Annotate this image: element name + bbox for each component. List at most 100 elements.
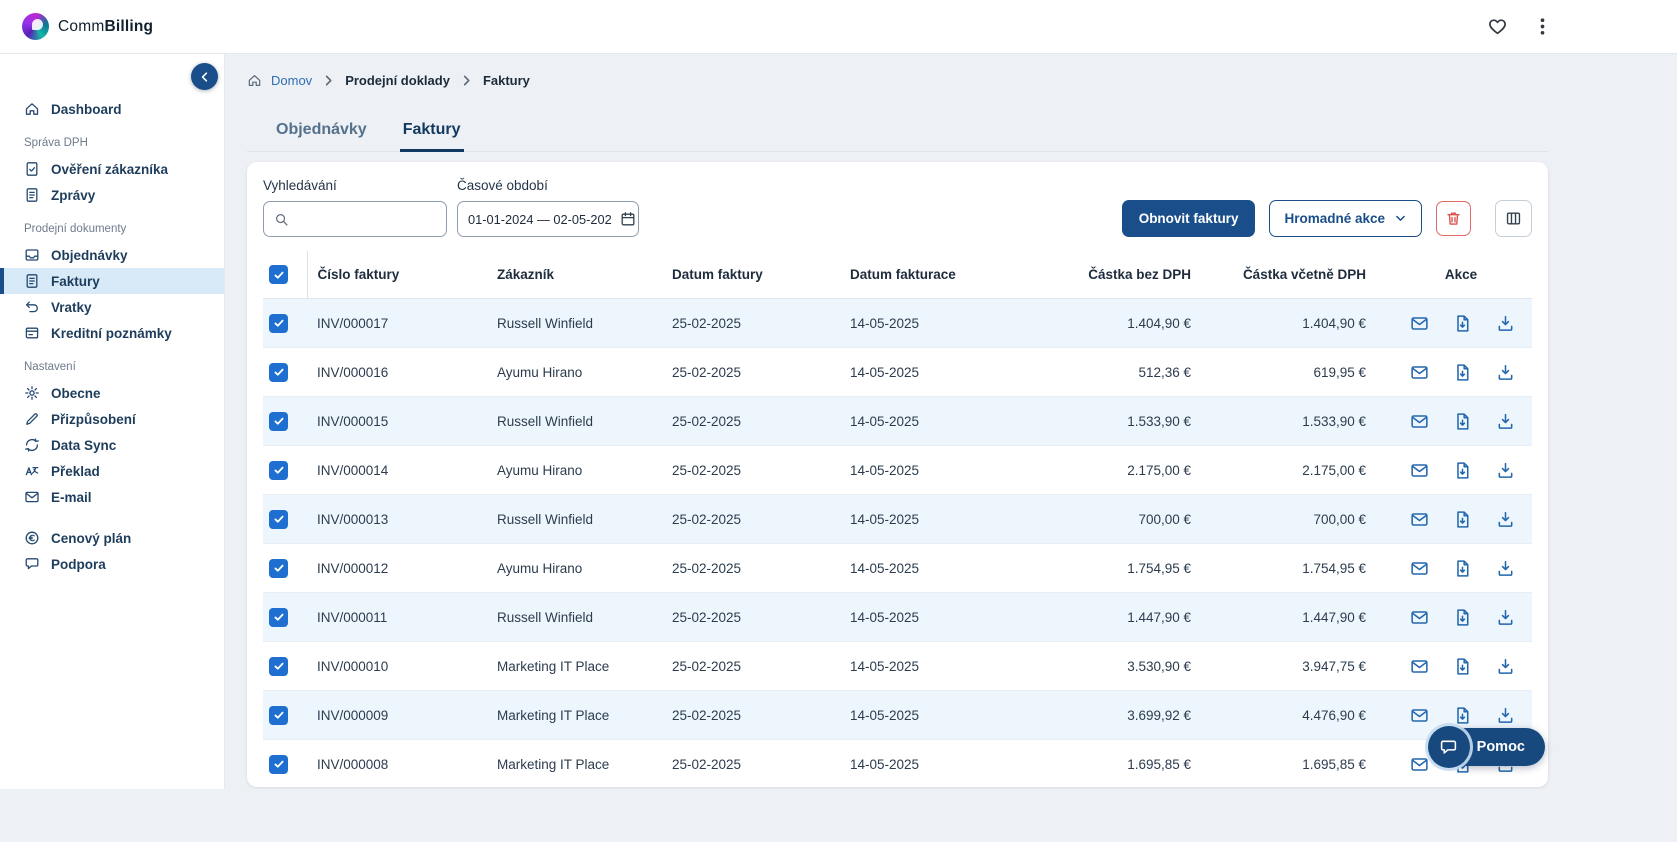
sidebar-item-customization[interactable]: Přizpůsobení — [0, 406, 224, 432]
breadcrumb-sales-documents[interactable]: Prodejní doklady — [345, 73, 450, 88]
kebab-menu-icon[interactable] — [1532, 16, 1553, 37]
sidebar-item-label: Překlad — [51, 464, 100, 479]
xml-download-icon[interactable] — [1496, 559, 1515, 578]
date-range-input[interactable]: 01-01-2024 — 02-05-202 — [457, 201, 639, 237]
sidebar-section-vat: Správa DPH — [24, 137, 224, 149]
table-row[interactable]: INV/000013 Russell Winfield 25-02-2025 1… — [263, 495, 1532, 544]
xml-download-icon[interactable] — [1496, 363, 1515, 382]
xml-download-icon[interactable] — [1496, 608, 1515, 627]
bulk-actions-button[interactable]: Hromadné akce — [1269, 200, 1422, 237]
sidebar-section-sales: Prodejní dokumenty — [24, 223, 224, 235]
table-row[interactable]: INV/000012 Ayumu Hirano 25-02-2025 14-05… — [263, 544, 1532, 593]
sidebar-item-label: Ověření zákazníka — [51, 162, 168, 177]
email-icon[interactable] — [1410, 608, 1429, 627]
row-checkbox[interactable] — [269, 608, 288, 627]
sidebar-item-invoices[interactable]: Faktury — [0, 268, 224, 294]
row-checkbox[interactable] — [269, 314, 288, 333]
table-row[interactable]: INV/000009 Marketing IT Place 25-02-2025… — [263, 691, 1532, 740]
xml-download-icon[interactable] — [1496, 461, 1515, 480]
email-icon[interactable] — [1410, 363, 1429, 382]
brand-logo-icon — [22, 13, 49, 40]
table-row[interactable]: INV/000014 Ayumu Hirano 25-02-2025 14-05… — [263, 446, 1532, 495]
sidebar-item-pricing-plan[interactable]: Cenový plán — [0, 525, 224, 551]
sidebar-item-data-sync[interactable]: Data Sync — [0, 432, 224, 458]
sidebar-item-orders[interactable]: Objednávky — [0, 242, 224, 268]
row-checkbox[interactable] — [269, 461, 288, 480]
table-row[interactable]: INV/000008 Marketing IT Place 25-02-2025… — [263, 740, 1532, 788]
email-icon[interactable] — [1410, 412, 1429, 431]
sidebar-item-customer-verification[interactable]: Ověření zákazníka — [0, 156, 224, 182]
table-row[interactable]: INV/000017 Russell Winfield 25-02-2025 1… — [263, 299, 1532, 348]
email-icon[interactable] — [1410, 657, 1429, 676]
brand[interactable]: CommBilling — [22, 13, 153, 40]
sidebar-item-support[interactable]: Podpora — [0, 551, 224, 577]
xml-download-icon[interactable] — [1496, 412, 1515, 431]
cell-amount-net: 512,36 € — [1010, 348, 1215, 397]
row-checkbox[interactable] — [269, 706, 288, 725]
xml-download-icon[interactable] — [1496, 706, 1515, 725]
email-icon[interactable] — [1410, 461, 1429, 480]
email-icon[interactable] — [1410, 314, 1429, 333]
cell-invoice-number: INV/000012 — [307, 544, 487, 593]
table-row[interactable]: INV/000011 Russell Winfield 25-02-2025 1… — [263, 593, 1532, 642]
refresh-invoices-button[interactable]: Obnovit faktury — [1122, 200, 1256, 237]
sidebar-item-returns[interactable]: Vratky — [0, 294, 224, 320]
sidebar-item-reports[interactable]: Zprávy — [0, 182, 224, 208]
help-button[interactable]: Pomoc — [1445, 728, 1545, 766]
select-all-checkbox[interactable] — [269, 265, 288, 284]
xml-download-icon[interactable] — [1496, 657, 1515, 676]
search-input[interactable] — [297, 212, 436, 227]
heart-icon[interactable] — [1487, 16, 1508, 37]
email-icon[interactable] — [1410, 706, 1429, 725]
row-checkbox[interactable] — [269, 559, 288, 578]
xml-download-icon[interactable] — [1496, 510, 1515, 529]
pdf-download-icon[interactable] — [1453, 706, 1472, 725]
pdf-download-icon[interactable] — [1453, 412, 1472, 431]
row-checkbox[interactable] — [269, 363, 288, 382]
sync-icon — [24, 437, 40, 453]
xml-download-icon[interactable] — [1496, 314, 1515, 333]
column-settings-button[interactable] — [1495, 200, 1532, 237]
invoice-table-body: INV/000017 Russell Winfield 25-02-2025 1… — [263, 299, 1532, 788]
pdf-download-icon[interactable] — [1453, 461, 1472, 480]
tab-orders[interactable]: Objednávky — [273, 110, 370, 151]
row-checkbox[interactable] — [269, 657, 288, 676]
pdf-download-icon[interactable] — [1453, 314, 1472, 333]
pdf-download-icon[interactable] — [1453, 559, 1472, 578]
table-row[interactable]: INV/000016 Ayumu Hirano 25-02-2025 14-05… — [263, 348, 1532, 397]
sidebar-collapse-button[interactable] — [191, 63, 218, 90]
sidebar-item-dashboard[interactable]: Dashboard — [0, 96, 224, 122]
cell-invoice-date: 25-02-2025 — [662, 446, 840, 495]
sidebar-item-credit-notes[interactable]: Kreditní poznámky — [0, 320, 224, 346]
breadcrumb: Domov Prodejní doklady Faktury — [247, 70, 1548, 90]
cell-customer: Marketing IT Place — [487, 740, 662, 788]
email-icon[interactable] — [1410, 510, 1429, 529]
chevron-down-icon — [1394, 212, 1407, 225]
email-icon[interactable] — [1410, 559, 1429, 578]
calendar-icon — [620, 211, 636, 227]
row-checkbox[interactable] — [269, 510, 288, 529]
row-checkbox[interactable] — [269, 412, 288, 431]
cell-billing-date: 14-05-2025 — [840, 642, 1010, 691]
pdf-download-icon[interactable] — [1453, 510, 1472, 529]
row-checkbox[interactable] — [269, 755, 288, 774]
pdf-download-icon[interactable] — [1453, 657, 1472, 676]
cell-actions — [1390, 348, 1532, 397]
email-icon[interactable] — [1410, 755, 1429, 774]
table-row[interactable]: INV/000015 Russell Winfield 25-02-2025 1… — [263, 397, 1532, 446]
table-row[interactable]: INV/000010 Marketing IT Place 25-02-2025… — [263, 642, 1532, 691]
sidebar-item-email[interactable]: E-mail — [0, 484, 224, 510]
breadcrumb-home-link[interactable]: Domov — [271, 73, 312, 88]
cell-amount-net: 1.447,90 € — [1010, 593, 1215, 642]
sidebar-item-translation[interactable]: Překlad — [0, 458, 224, 484]
sidebar-item-general[interactable]: Obecne — [0, 380, 224, 406]
tab-invoices[interactable]: Faktury — [400, 110, 464, 151]
pdf-download-icon[interactable] — [1453, 363, 1472, 382]
help-label: Pomoc — [1477, 739, 1525, 755]
sidebar-item-label: Dashboard — [51, 102, 122, 117]
cell-customer: Ayumu Hirano — [487, 446, 662, 495]
cell-customer: Marketing IT Place — [487, 691, 662, 740]
home-icon — [247, 73, 262, 88]
pdf-download-icon[interactable] — [1453, 608, 1472, 627]
delete-selected-button[interactable] — [1436, 201, 1471, 236]
